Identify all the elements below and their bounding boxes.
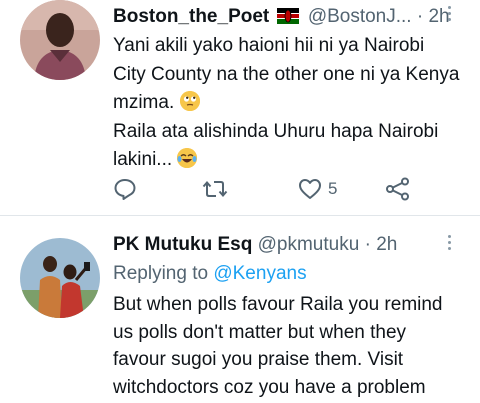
like-icon (299, 179, 321, 199)
face-with-tears-of-joy-icon (177, 148, 198, 168)
reply-icon (114, 179, 136, 200)
tweet-text-line: mzima. (113, 89, 463, 118)
replying-to: Replying to @Kenyans (113, 262, 307, 286)
tweet-text-segment: lakini... (113, 149, 173, 170)
tweet-boston-the-poet[interactable]: Boston_the_Poet @BostonJ... · 2h Yani ak… (0, 0, 480, 215)
avatar[interactable] (20, 0, 100, 80)
separator: · (364, 234, 371, 255)
replying-to-mention[interactable]: @Kenyans (213, 263, 306, 284)
tweet-text: But when polls favour Raila you remind u… (113, 291, 463, 401)
tweet-text-line: Yani akili yako haioni hii ni ya Nairobi (113, 35, 425, 56)
like-button[interactable]: 5 (298, 175, 337, 203)
more-options-icon[interactable] (446, 6, 452, 24)
tweet-text-line: City County na the other one ni ya Kenya (113, 63, 460, 85)
tweet-actions: 5 (113, 175, 423, 203)
tweet-text-line: But when polls favour Raila you remind (113, 294, 443, 315)
avatar[interactable] (20, 238, 100, 318)
tweet-text: Yani akili yako haioni hii ni ya Nairobi… (113, 32, 463, 175)
tweet-text-line: witchdoctors coz you have a problem (113, 376, 426, 398)
display-name[interactable]: PK Mutuku Esq (113, 234, 252, 255)
tweet-header: PK Mutuku Esq @pkmutuku · 2h (113, 233, 397, 257)
more-options-icon[interactable] (446, 235, 452, 253)
tweet-pk-mutuku[interactable]: PK Mutuku Esq @pkmutuku · 2h Replying to… (0, 221, 480, 403)
tweet-divider (0, 215, 480, 216)
tweet-text-line: lakini... (113, 146, 463, 175)
share-button[interactable] (385, 175, 411, 203)
user-handle[interactable]: @BostonJ... (308, 6, 412, 27)
display-name[interactable]: Boston_the_Poet (113, 6, 269, 27)
user-handle[interactable]: @pkmutuku (258, 234, 360, 255)
share-icon (386, 177, 409, 201)
tweet-header: Boston_the_Poet @BostonJ... · 2h (113, 5, 450, 31)
retweet-button[interactable] (202, 175, 228, 203)
tweet-text-line: favour sugoi you praise them. Visit (113, 349, 404, 370)
tweet-text-line: us polls don't matter but when they (113, 321, 407, 343)
kenya-flag-icon (276, 7, 299, 31)
tweet-text-line: Raila ata alishinda Uhuru hapa Nairobi (113, 120, 439, 142)
retweet-icon (202, 180, 228, 198)
reply-button[interactable] (113, 175, 137, 203)
separator: · (416, 6, 424, 27)
replying-to-label: Replying to (113, 263, 209, 284)
tweet-text-segment: mzima. (113, 92, 175, 113)
timestamp[interactable]: 2h (376, 234, 397, 255)
like-count: 5 (328, 179, 338, 198)
face-with-rolling-eyes-icon (179, 91, 200, 111)
